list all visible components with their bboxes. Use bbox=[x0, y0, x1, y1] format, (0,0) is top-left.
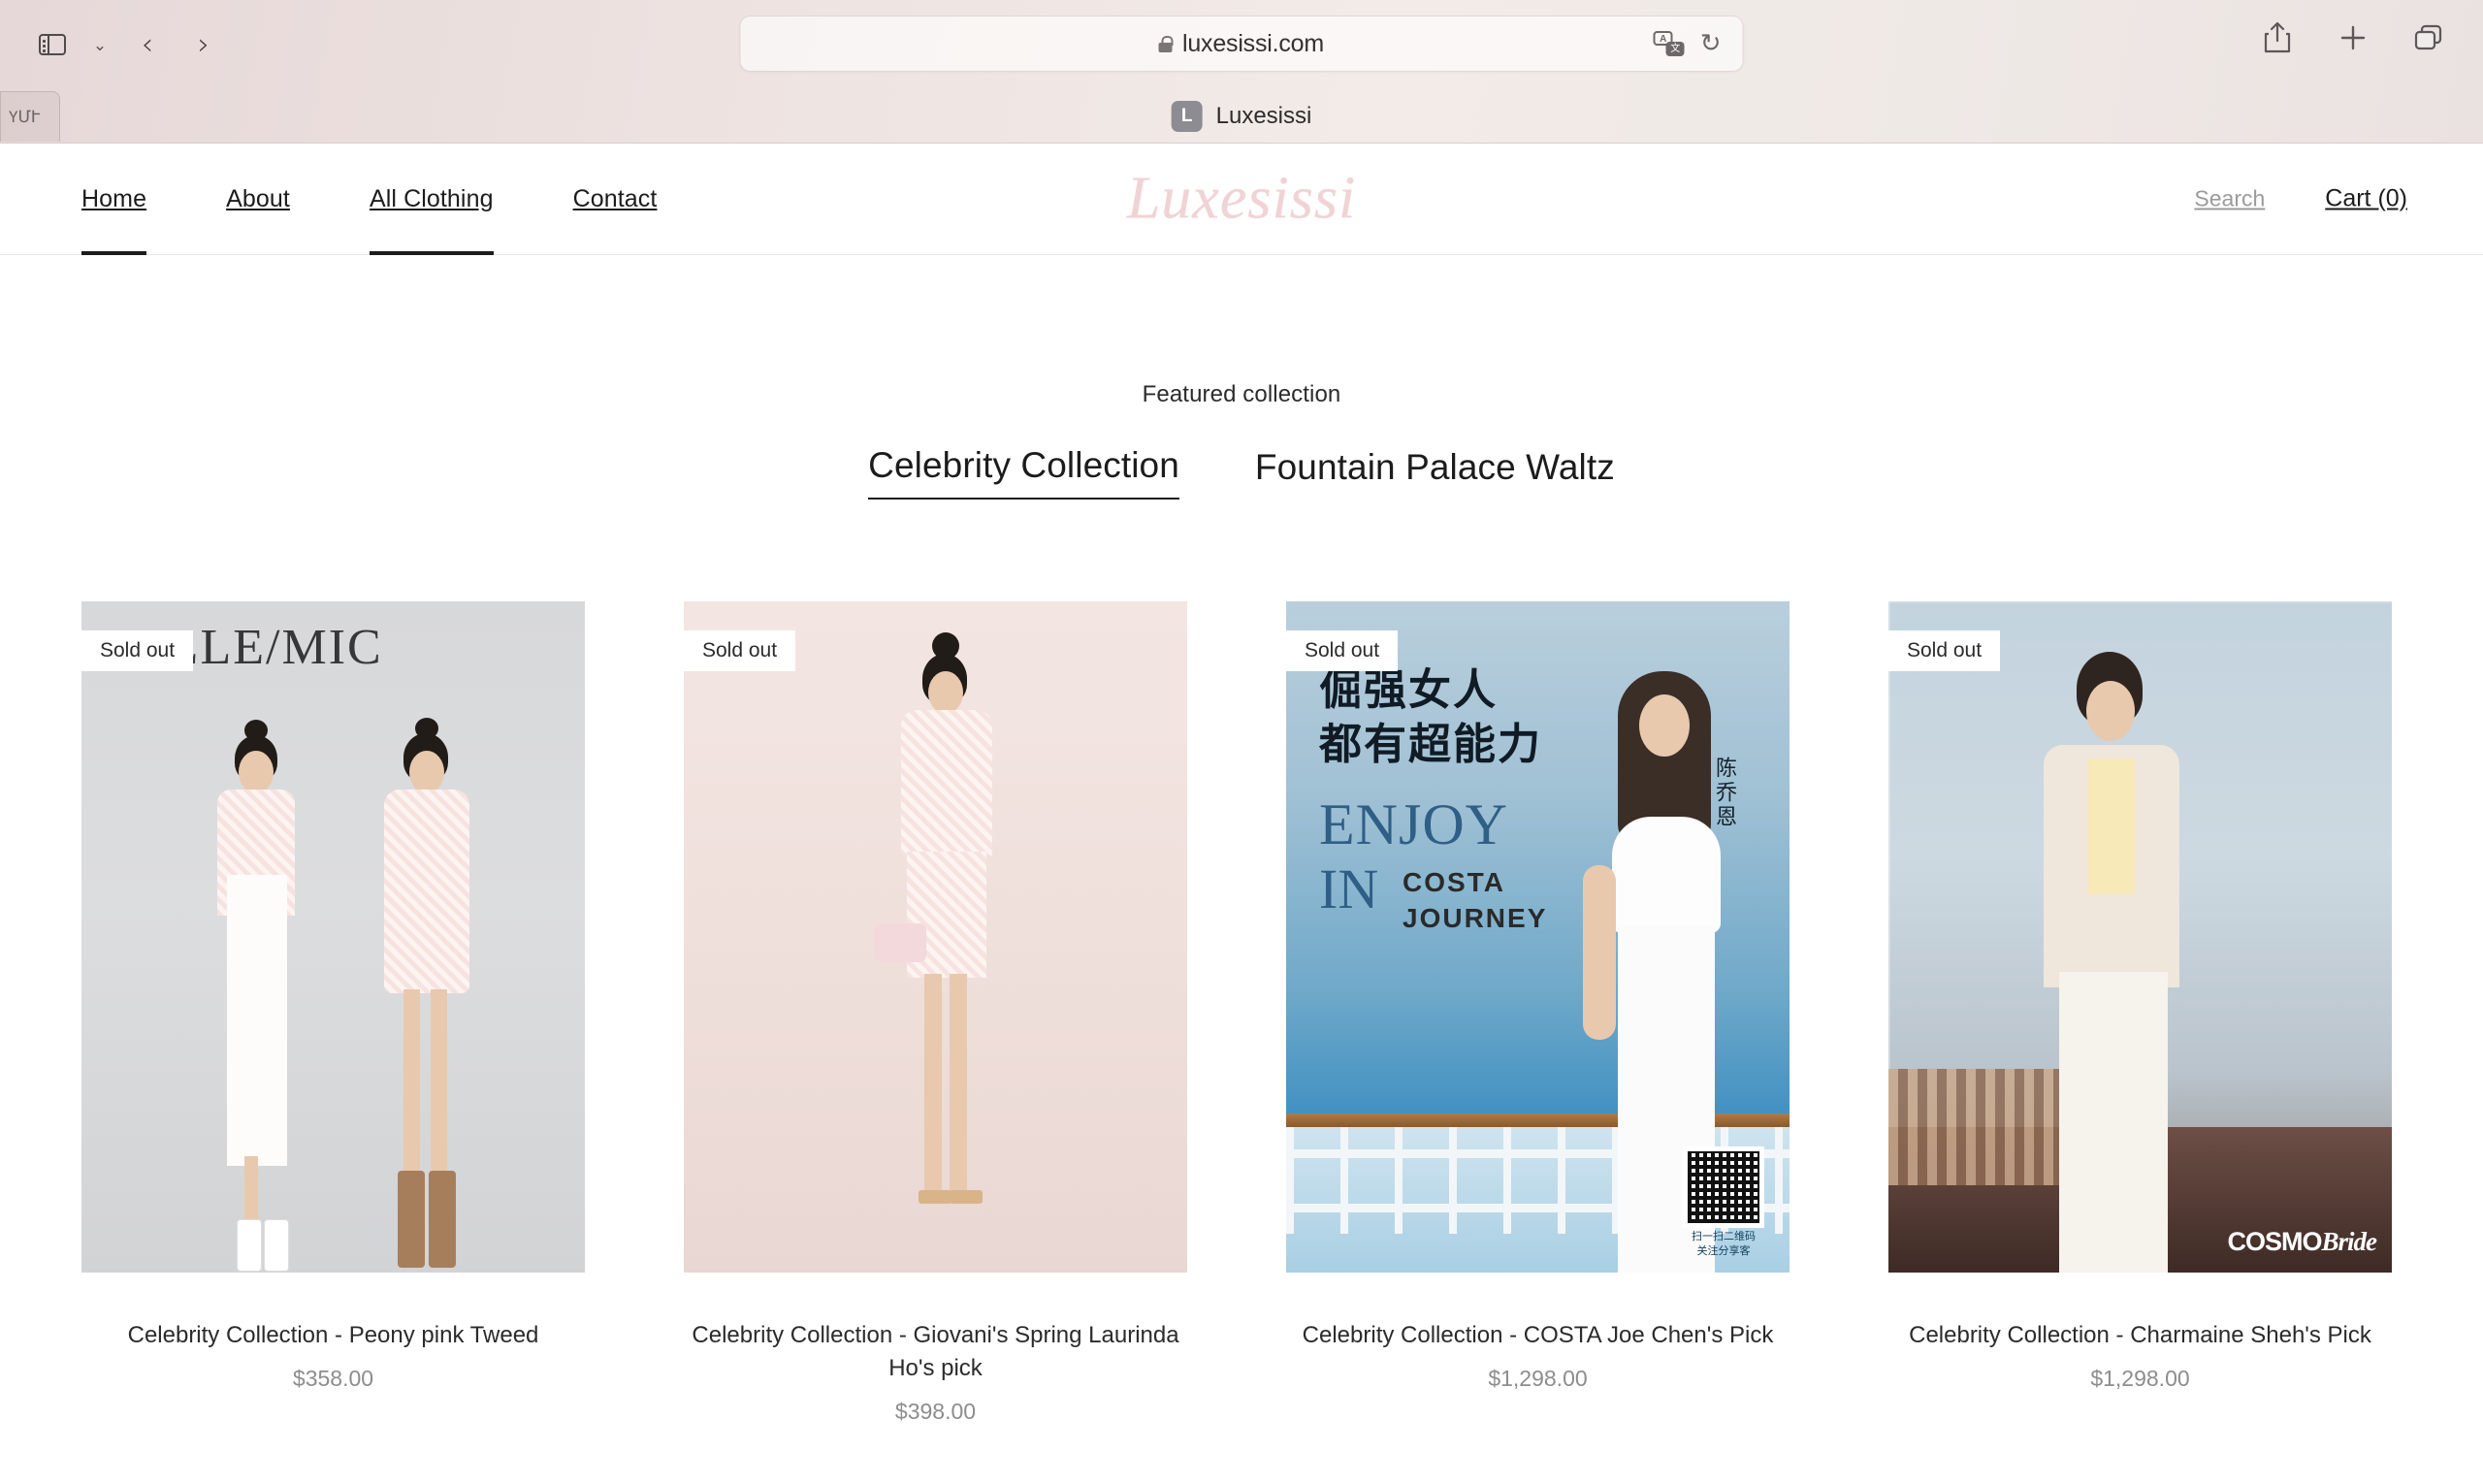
primary-navigation: Home About All Clothing Contact bbox=[81, 144, 736, 255]
nav-item-about[interactable]: About bbox=[226, 144, 290, 254]
poster-in-text: IN bbox=[1319, 857, 1379, 920]
nav-item-home[interactable]: Home bbox=[81, 144, 147, 255]
qr-caption: 扫一扫二维码 关注分享客 bbox=[1677, 1230, 1770, 1259]
watermark-bride: Bride bbox=[2321, 1227, 2377, 1256]
tab-overview-icon bbox=[2414, 24, 2442, 50]
tab-favicon: L bbox=[1171, 100, 1203, 132]
address-bar-actions: A 文 ↻ bbox=[1653, 31, 1722, 56]
address-bar-content: luxesissi.com bbox=[1158, 29, 1325, 58]
translate-icon[interactable]: A 文 bbox=[1653, 31, 1685, 56]
product-image[interactable]: ELLE/MIC Sold out bbox=[81, 601, 585, 1273]
watermark-cosmo: COSMO bbox=[2227, 1227, 2322, 1256]
nav-item-contact[interactable]: Contact bbox=[573, 144, 658, 254]
tab-fountain-palace-waltz[interactable]: Fountain Palace Waltz bbox=[1255, 447, 1615, 500]
qr-caption-line-1: 扫一扫二维码 bbox=[1692, 1230, 1756, 1243]
status-badge: Sold out bbox=[1286, 630, 1399, 671]
status-badge: Sold out bbox=[1888, 630, 2001, 671]
translate-icon-cjk: 文 bbox=[1665, 42, 1685, 56]
poster-enjoy-text: ENJOY bbox=[1319, 792, 1508, 856]
product-image[interactable]: Sold out bbox=[684, 601, 1187, 1273]
reload-icon[interactable]: ↻ bbox=[1700, 31, 1722, 56]
product-card[interactable]: ELLE/MIC Sold out Celebrity Collection -… bbox=[81, 601, 585, 1425]
sidebar-toggle-button[interactable] bbox=[29, 22, 76, 67]
nav-item-all-clothing[interactable]: All Clothing bbox=[369, 144, 494, 255]
product-price: $358.00 bbox=[292, 1366, 374, 1392]
status-badge: Sold out bbox=[81, 630, 194, 671]
site-logo[interactable]: Luxesissi bbox=[1127, 165, 1356, 234]
product-grid: ELLE/MIC Sold out Celebrity Collection -… bbox=[0, 601, 2483, 1425]
share-button[interactable] bbox=[2252, 14, 2303, 62]
main-content: Featured collection Celebrity Collection… bbox=[0, 381, 2483, 1425]
featured-collection-label: Featured collection bbox=[1142, 381, 1341, 407]
poster-costa-line-2: JOURNEY bbox=[1403, 902, 1548, 933]
tab-celebrity-collection[interactable]: Celebrity Collection bbox=[868, 445, 1179, 500]
qr-code-block: 扫一扫二维码 关注分享客 bbox=[1677, 1146, 1770, 1259]
product-image[interactable]: Sold out 倔强女人 都有超能力 ENJOY IN COSTA JOURN… bbox=[1286, 601, 1790, 1273]
tab-group-dropdown-button[interactable]: ⌄ bbox=[85, 22, 114, 67]
address-bar[interactable]: luxesissi.com A 文 ↻ bbox=[739, 16, 1744, 72]
qr-code-icon bbox=[1683, 1146, 1764, 1229]
forward-chevron-icon: › bbox=[197, 26, 210, 62]
product-price: $1,298.00 bbox=[1488, 1366, 1588, 1392]
plus-icon bbox=[2340, 25, 2366, 50]
poster-costa-line-1: COSTA bbox=[1403, 867, 1505, 897]
sidebar-icon bbox=[39, 34, 66, 55]
toolbar-right-controls bbox=[2252, 14, 2454, 62]
product-title[interactable]: Celebrity Collection - Charmaine Sheh's … bbox=[1888, 1319, 2392, 1352]
browser-toolbar: ⌄ ‹ › luxesissi.com A 文 ↻ bbox=[0, 0, 2483, 89]
tab-partial-offscreen[interactable]: ҮՄՒ bbox=[0, 91, 60, 142]
poster-celebrity-name: 陈乔恩 bbox=[1712, 757, 1736, 829]
forward-button[interactable]: › bbox=[180, 22, 227, 67]
tab-strip: ҮՄՒ L Luxesissi bbox=[0, 89, 2483, 143]
chevron-down-icon: ⌄ bbox=[92, 35, 108, 54]
status-badge: Sold out bbox=[684, 630, 796, 671]
product-card[interactable]: Sold out COSMOBride Celebrity Collection… bbox=[1888, 601, 2392, 1425]
product-title[interactable]: Celebrity Collection - Giovani's Spring … bbox=[684, 1319, 1187, 1385]
tab-title: Luxesissi bbox=[1215, 102, 1312, 129]
product-card[interactable]: Sold out 倔强女人 都有超能力 ENJOY IN COSTA JOURN… bbox=[1286, 601, 1790, 1425]
search-button[interactable]: Search bbox=[2194, 186, 2265, 212]
collection-tab-list: Celebrity Collection Fountain Palace Wal… bbox=[0, 445, 2483, 500]
poster-chinese-line-2: 都有超能力 bbox=[1319, 720, 1542, 770]
new-tab-button[interactable] bbox=[2328, 14, 2378, 62]
product-image[interactable]: Sold out COSMOBride bbox=[1888, 601, 2392, 1273]
back-chevron-icon: ‹ bbox=[141, 26, 154, 62]
address-bar-url: luxesissi.com bbox=[1181, 29, 1325, 57]
header-utilities: Search Cart (0) bbox=[2194, 185, 2407, 213]
site-header: Home About All Clothing Contact Luxesiss… bbox=[0, 144, 2483, 255]
share-icon bbox=[2264, 21, 2291, 53]
qr-caption-line-2: 关注分享客 bbox=[1696, 1244, 1751, 1258]
tab-partial-label: ҮՄՒ bbox=[9, 108, 41, 126]
product-price: $1,298.00 bbox=[2090, 1366, 2190, 1392]
image-watermark: COSMOBride bbox=[2227, 1227, 2377, 1257]
product-title[interactable]: Celebrity Collection - Peony pink Tweed bbox=[81, 1319, 585, 1352]
cart-button[interactable]: Cart (0) bbox=[2325, 185, 2407, 213]
back-button[interactable]: ‹ bbox=[124, 22, 171, 67]
browser-chrome: ⌄ ‹ › luxesissi.com A 文 ↻ ҮՄՒ L Luxesiss… bbox=[0, 0, 2483, 144]
product-price: $398.00 bbox=[894, 1399, 977, 1425]
lock-icon bbox=[1158, 35, 1174, 52]
show-all-tabs-button[interactable] bbox=[2403, 14, 2454, 62]
product-card[interactable]: Sold out Celebrity Collection - Giovani'… bbox=[684, 601, 1187, 1425]
poster-costa-journey: COSTA JOURNEY bbox=[1403, 865, 1547, 937]
toolbar-left-controls: ⌄ ‹ › bbox=[0, 22, 227, 67]
poster-chinese-headline: 倔强女人 都有超能力 bbox=[1319, 663, 1542, 773]
product-title[interactable]: Celebrity Collection - COSTA Joe Chen's … bbox=[1286, 1319, 1790, 1352]
tab-active[interactable]: L Luxesissi bbox=[1171, 89, 1312, 143]
poster-chinese-line-1: 倔强女人 bbox=[1319, 665, 1498, 715]
